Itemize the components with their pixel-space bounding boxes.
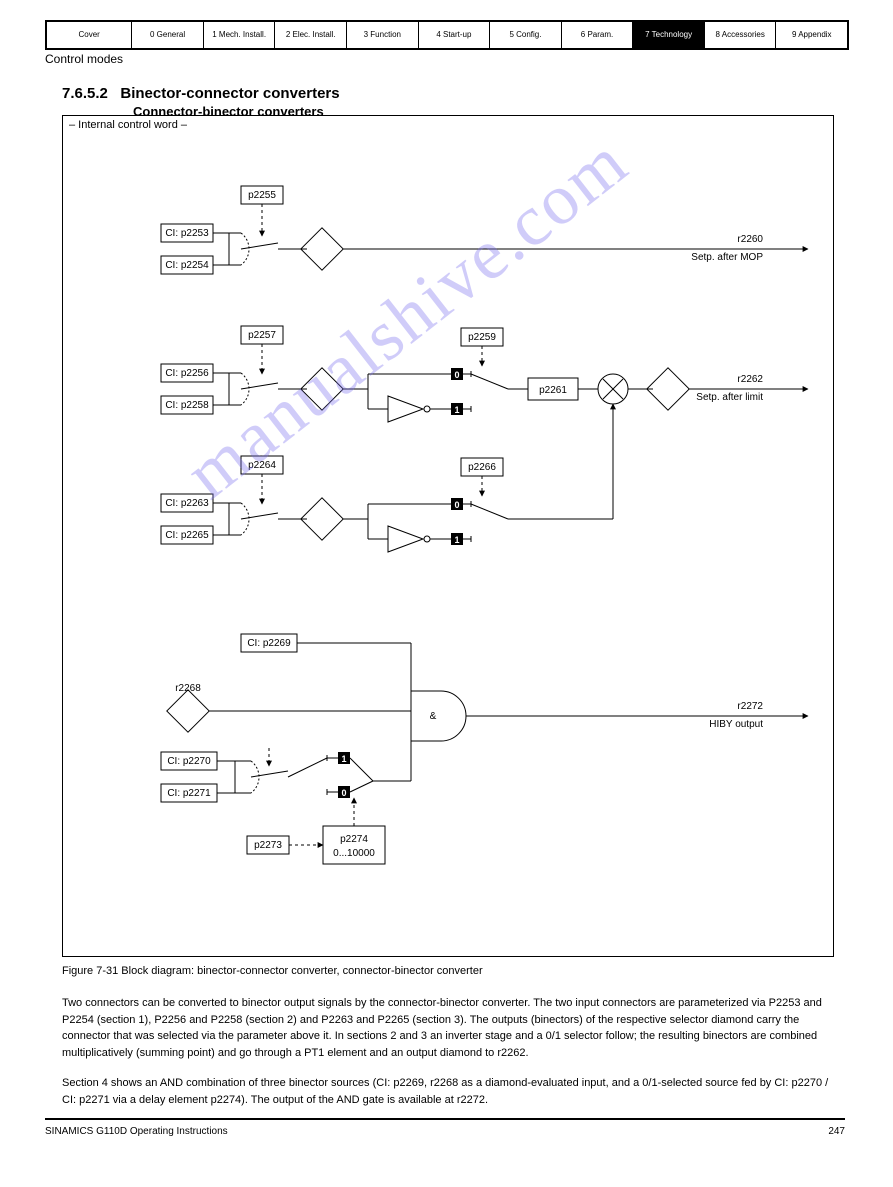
section-number: 7.6.5.2: [62, 85, 108, 102]
nav-cell-technology[interactable]: 7 Technology: [633, 22, 705, 48]
label-sel2-4: p2273: [254, 840, 282, 851]
label-out-2b: Setp. after limit: [696, 392, 763, 403]
nav-cell-startup[interactable]: 4 Start-up: [419, 22, 491, 48]
label-out-4b: HIBY output: [709, 719, 763, 730]
inverter-2-icon: [388, 396, 423, 422]
inverter-2-bubble: [424, 406, 430, 412]
nav-cell-param[interactable]: 6 Param.: [562, 22, 634, 48]
nav-cell-access[interactable]: 8 Accessories: [705, 22, 777, 48]
diagram-title: – Internal control word –: [69, 119, 187, 131]
section-heading: 7.6.5.2 Binector-connector converters: [62, 85, 340, 102]
label-srca-4: CI: p2270: [167, 756, 211, 767]
nav-cell-cover[interactable]: Cover: [47, 22, 132, 48]
nav-cell-general[interactable]: 0 General: [132, 22, 204, 48]
block-diagram-svg: p2255 CI: p2253 CI: p2254 r2260 Setp. af…: [63, 116, 833, 956]
diamond-3: [301, 498, 343, 540]
page-title: Control modes: [45, 52, 123, 66]
inverter-3-bubble: [424, 536, 430, 542]
label-in2-2: CI: p2258: [165, 400, 209, 411]
diamond-1: [301, 228, 343, 270]
section-title-1: Binector-connector converters: [120, 85, 339, 102]
and-gate-icon: [411, 691, 466, 741]
label-out-2: r2262: [737, 374, 763, 385]
switch-wiper-3b: [471, 504, 508, 519]
label-srcb-4: CI: p2271: [167, 788, 211, 799]
nav-cell-config[interactable]: 5 Config.: [490, 22, 562, 48]
chip-1-sec2-label: 1: [454, 405, 459, 415]
label-in1-2: CI: p2256: [165, 368, 209, 379]
label-in2-1: CI: p2254: [165, 260, 209, 271]
block-diagram: – Internal control word – p2255 CI: p225…: [62, 115, 834, 957]
wire-4dsw: [288, 758, 327, 777]
switch-wiper-4c: [251, 771, 288, 777]
label-out-4: r2272: [737, 701, 763, 712]
label-sel-1: p2255: [248, 190, 276, 201]
footer-left: SINAMICS G110D Operating Instructions: [45, 1126, 228, 1137]
label-diamond-4: r2268: [175, 683, 201, 694]
label-topsrc-4: CI: p2269: [247, 638, 291, 649]
and-gate-label: &: [430, 711, 437, 722]
label-sel-3: p2264: [248, 460, 276, 471]
label-in1-3: CI: p2263: [165, 498, 209, 509]
chip-0-sec4-label: 0: [341, 788, 346, 798]
label-out-1b: Setp. after MOP: [691, 252, 763, 263]
diamond-2: [301, 368, 343, 410]
body-paragraph-2: Section 4 shows an AND combination of th…: [62, 1075, 832, 1108]
figure-caption: Figure 7-31 Block diagram: binector-conn…: [62, 965, 483, 977]
label-in2-3: CI: p2265: [165, 530, 209, 541]
switch-wiper-4b: [350, 781, 373, 792]
label-inv-2: p2259: [468, 332, 496, 343]
switch-wiper-3: [241, 513, 278, 519]
label-pt1: p2261: [539, 385, 567, 396]
diamond-out-2: [647, 368, 689, 410]
label-in1-1: CI: p2253: [165, 228, 209, 239]
label-delay-4: p2274: [340, 834, 368, 845]
chip-1-sec3-label: 1: [454, 535, 459, 545]
label-delay-hint: 0...10000: [333, 848, 375, 859]
nav-cell-elec[interactable]: 2 Elec. Install.: [275, 22, 347, 48]
chip-0-sec3-label: 0: [454, 500, 459, 510]
page-footer: SINAMICS G110D Operating Instructions 24…: [45, 1118, 845, 1137]
footer-right: 247: [828, 1126, 845, 1137]
label-inv-3: p2266: [468, 462, 496, 473]
switch-wiper-1: [241, 243, 278, 249]
nav-cell-appendix[interactable]: 9 Appendix: [776, 22, 847, 48]
chapter-nav: Cover 0 General 1 Mech. Install. 2 Elec.…: [45, 20, 849, 50]
switch-wiper-4: [350, 758, 373, 781]
diamond-4: [167, 690, 209, 732]
chip-0-sec2-label: 0: [454, 370, 459, 380]
page: Cover 0 General 1 Mech. Install. 2 Elec.…: [0, 0, 893, 1187]
label-sel-2: p2257: [248, 330, 276, 341]
switch-wiper-2b: [471, 374, 508, 389]
nav-cell-mech[interactable]: 1 Mech. Install.: [204, 22, 276, 48]
chip-1-sec4-label: 1: [341, 754, 346, 764]
inverter-3-icon: [388, 526, 423, 552]
body-paragraph-1: Two connectors can be converted to binec…: [62, 995, 832, 1061]
nav-cell-function[interactable]: 3 Function: [347, 22, 419, 48]
label-out-1: r2260: [737, 234, 763, 245]
switch-wiper-2: [241, 383, 278, 389]
